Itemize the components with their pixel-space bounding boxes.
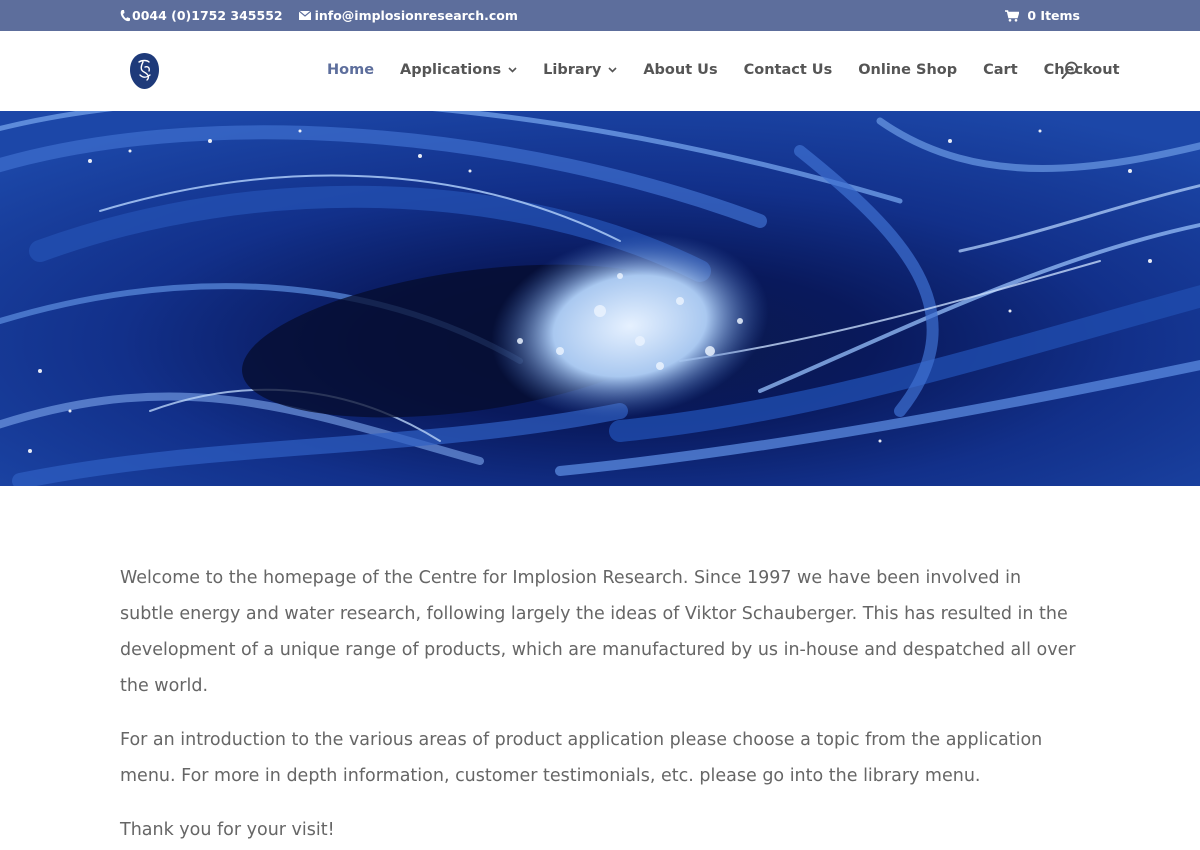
contact-info: 0044 (0)1752 345552 info@implosionresear… <box>120 8 518 23</box>
chevron-down-icon <box>608 67 617 73</box>
nav-library[interactable]: Library <box>543 62 617 78</box>
top-bar: 0044 (0)1752 345552 info@implosionresear… <box>0 0 1200 31</box>
intro-text: Welcome to the homepage of the Centre fo… <box>120 560 1080 850</box>
water-vortex-image <box>0 111 1200 486</box>
phone-number[interactable]: 0044 (0)1752 345552 <box>132 8 283 23</box>
nav-home[interactable]: Home <box>327 62 374 78</box>
nav-applications-label: Applications <box>400 62 502 78</box>
nav-online-shop-label: Online Shop <box>858 62 958 78</box>
cart-link[interactable]: 0 Items <box>1005 8 1080 23</box>
cart-count: 0 Items <box>1027 8 1080 23</box>
intro-paragraph: For an introduction to the various areas… <box>120 730 1043 786</box>
nav-about-us[interactable]: About Us <box>643 62 717 78</box>
nav-online-shop[interactable]: Online Shop <box>858 62 957 78</box>
nav-contact-us[interactable]: Contact Us <box>744 62 833 78</box>
chevron-down-icon <box>508 67 517 73</box>
hero-banner <box>0 111 1200 486</box>
nav-checkout[interactable]: Checkout <box>1044 62 1120 78</box>
phone-icon <box>120 9 130 21</box>
nav-applications[interactable]: Applications <box>400 62 517 78</box>
main-nav: Home Applications Library About Us Conta… <box>327 62 1146 78</box>
nav-home-label: Home <box>327 62 375 78</box>
nav-about-us-label: About Us <box>643 62 718 78</box>
intro-paragraph: Welcome to the homepage of the Centre fo… <box>120 568 1076 696</box>
logo-icon[interactable] <box>130 53 159 89</box>
cart-icon <box>1005 9 1020 22</box>
nav-library-label: Library <box>543 62 602 78</box>
mail-icon <box>298 11 311 20</box>
site-header: Home Applications Library About Us Conta… <box>0 31 1200 111</box>
nav-checkout-label: Checkout <box>1043 62 1120 78</box>
intro-paragraph: Thank you for your visit! <box>120 820 335 840</box>
nav-contact-us-label: Contact Us <box>743 62 833 78</box>
nav-cart[interactable]: Cart <box>983 62 1018 78</box>
search-icon[interactable] <box>1061 61 1079 80</box>
email-link[interactable]: info@implosionresearch.com <box>315 8 518 23</box>
nav-cart-label: Cart <box>983 62 1018 78</box>
